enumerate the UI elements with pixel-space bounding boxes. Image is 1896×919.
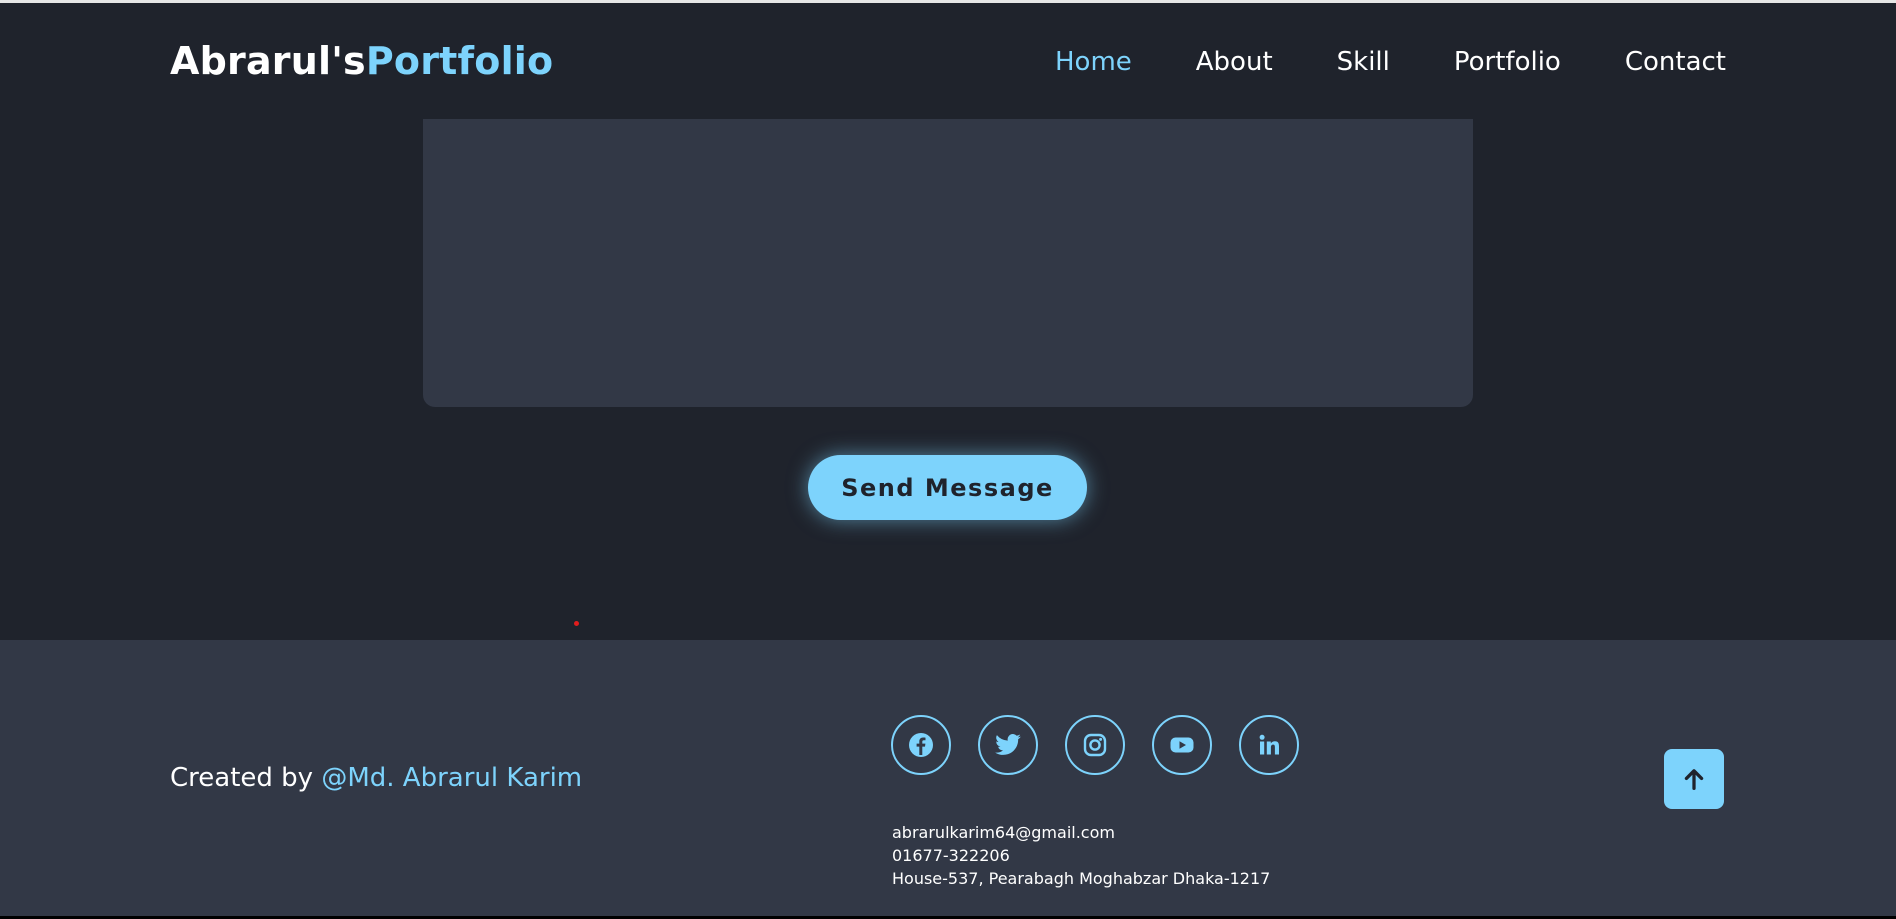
contact-info: abrarulkarim64@gmail.com 01677-322206 Ho… <box>892 821 1270 890</box>
contact-phone: 01677-322206 <box>892 846 1010 865</box>
send-message-button[interactable]: Send Message <box>808 455 1087 520</box>
linkedin-icon <box>1259 734 1279 755</box>
facebook-icon <box>909 733 933 757</box>
youtube-link[interactable] <box>1152 715 1212 775</box>
credit-text: Created by @Md. Abrarul Karim <box>170 763 582 793</box>
nav-link-about[interactable]: About <box>1196 47 1273 77</box>
contact-address: House-537, Pearabagh Moghabzar Dhaka-121… <box>892 869 1271 888</box>
logo-accent-text: Portfolio <box>365 39 554 83</box>
site-logo[interactable]: Abrarul'sPortfolio <box>170 39 553 83</box>
contact-email: abrarulkarim64@gmail.com <box>892 823 1115 842</box>
nav-link-contact[interactable]: Contact <box>1625 47 1726 77</box>
message-textarea[interactable] <box>423 119 1473 407</box>
site-header: Abrarul'sPortfolio Home About Skill Port… <box>0 3 1896 119</box>
credit-prefix: Created by <box>170 763 322 793</box>
credit-author-link[interactable]: @Md. Abrarul Karim <box>321 763 582 793</box>
site-footer: Created by @Md. Abrarul Karim abrarulkar… <box>0 640 1896 916</box>
nav-link-skill[interactable]: Skill <box>1337 47 1390 77</box>
twitter-link[interactable] <box>978 715 1038 775</box>
nav-link-home[interactable]: Home <box>1055 47 1132 77</box>
main-nav: Home About Skill Portfolio Contact <box>1055 47 1726 77</box>
facebook-link[interactable] <box>891 715 951 775</box>
instagram-link[interactable] <box>1065 715 1125 775</box>
youtube-icon <box>1170 737 1194 753</box>
social-links <box>891 715 1299 775</box>
instagram-icon <box>1083 733 1107 757</box>
linkedin-link[interactable] <box>1239 715 1299 775</box>
scroll-to-top-button[interactable] <box>1664 749 1724 809</box>
nav-link-portfolio[interactable]: Portfolio <box>1454 47 1561 77</box>
arrow-up-icon <box>1684 769 1704 790</box>
logo-main-text: Abrarul's <box>170 39 366 83</box>
cursor-dot <box>574 621 579 626</box>
twitter-icon <box>995 734 1021 755</box>
